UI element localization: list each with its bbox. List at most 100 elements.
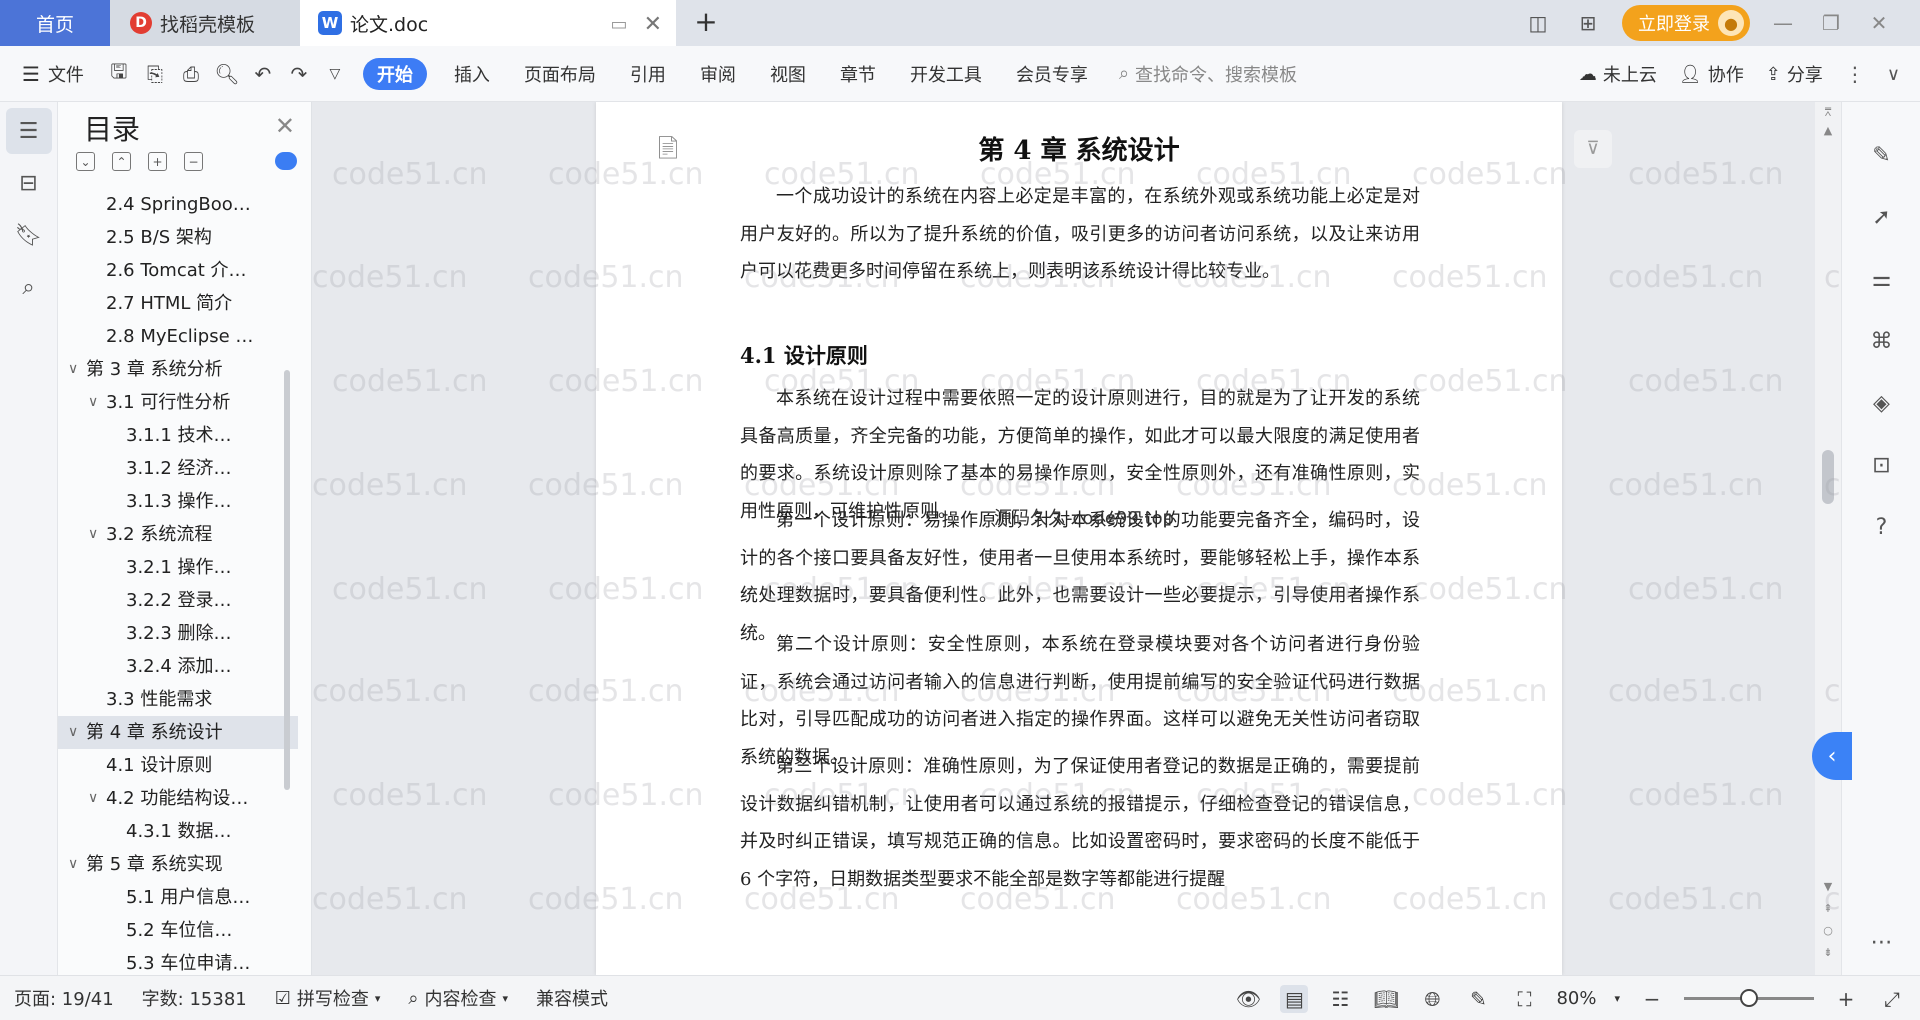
command-search[interactable]: ⌕ 查找命令、搜索模板 [1119, 61, 1297, 87]
chapter-nav-icon[interactable]: ⊟ [6, 160, 52, 206]
collapse-all-icon[interactable]: ⌃ [112, 152, 131, 171]
toc-item[interactable]: 3.2.4 添加… [58, 650, 298, 683]
scroll-down-icon[interactable]: ▼ [1815, 880, 1841, 893]
menu-member[interactable]: 会员专享 [999, 61, 1105, 87]
prev-page-icon[interactable]: ⇞ [1815, 902, 1841, 915]
page-collapse-icon[interactable]: ⊽ [1574, 130, 1612, 168]
print-preview-icon[interactable]: 🔍︎ [209, 56, 245, 92]
vertical-scrollbar[interactable]: ⩞ ▲ ▼ ⇞ ○ ⇟ [1815, 102, 1841, 975]
fit-page-icon[interactable]: ⛶ [1510, 985, 1538, 1013]
zoom-slider-knob[interactable] [1740, 989, 1758, 1007]
toc-item[interactable]: ∨ 3.1 可行性分析 [58, 386, 298, 419]
redo-icon[interactable]: ↷ [281, 56, 317, 92]
reading-mode-icon[interactable]: ⊡ [1842, 434, 1920, 496]
menu-chapter[interactable]: 章节 [823, 61, 893, 87]
menu-insert[interactable]: 插入 [437, 61, 507, 87]
export-icon[interactable]: ⎘ [137, 56, 173, 92]
toc-item[interactable]: 2.8 MyEclipse … [58, 320, 298, 353]
close-window-icon[interactable]: ✕ [1864, 11, 1894, 35]
toc-item[interactable]: 3.1.2 经济… [58, 452, 298, 485]
toc-item[interactable]: 2.4 SpringBoo… [58, 188, 298, 221]
toc-item[interactable]: 4.3.1 数据… [58, 815, 298, 848]
expand-panel-icon[interactable]: ‹ [1812, 732, 1852, 780]
ai-assistant-icon[interactable]: ⌘ [1842, 310, 1920, 372]
toc-item[interactable]: 2.6 Tomcat 介… [58, 254, 298, 287]
toc-item[interactable]: 3.1.1 技术… [58, 419, 298, 452]
next-page-icon[interactable]: ⇟ [1815, 946, 1841, 959]
chevron-down-icon[interactable]: ∨ [88, 518, 98, 551]
find-icon[interactable]: ⌕ [6, 264, 52, 310]
page-view-icon[interactable]: ▤ [1280, 984, 1309, 1013]
collaborate-button[interactable]: 👤︎ 协作 [1679, 61, 1744, 87]
toc-item[interactable]: 5.2 车位信… [58, 914, 298, 947]
bookmark-icon[interactable]: 🔖︎ [6, 212, 52, 258]
select-browse-icon[interactable]: ○ [1815, 924, 1841, 937]
fullscreen-icon[interactable]: ⤢ [1878, 985, 1906, 1013]
print-icon[interactable]: ⎙ [173, 56, 209, 92]
close-tab-icon[interactable]: ✕ [644, 12, 662, 37]
tab-home[interactable]: 首页 [0, 0, 110, 46]
scroll-top-icon[interactable]: ⩞ [1815, 106, 1841, 120]
remove-heading-icon[interactable]: − [184, 152, 203, 171]
toc-item[interactable]: 5.3 车位申请… [58, 947, 298, 975]
chevron-down-icon[interactable]: ∨ [68, 716, 78, 749]
apps-grid-icon[interactable]: ⊞ [1572, 7, 1604, 39]
zoom-in-icon[interactable]: + [1832, 985, 1860, 1013]
expand-all-icon[interactable]: ⌄ [76, 152, 95, 171]
toc-item[interactable]: 2.7 HTML 简介 [58, 287, 298, 320]
toc-panel-icon[interactable]: ☰ [5, 108, 52, 154]
layout-icon[interactable]: ◫ [1522, 7, 1554, 39]
menu-view[interactable]: 视图 [753, 61, 823, 87]
scroll-up-icon[interactable]: ▲ [1815, 124, 1841, 137]
close-icon[interactable]: ✕ [275, 112, 295, 140]
toc-item[interactable]: ∨ 第 5 章 系统实现 [58, 848, 298, 881]
menu-start[interactable]: 开始 [362, 57, 427, 90]
spell-check-button[interactable]: ☑ 拼写检查 ▾ [261, 985, 395, 1011]
toc-item[interactable]: ∨ 第 3 章 系统分析 [58, 353, 298, 386]
share-button[interactable]: ⇪ 分享 [1766, 61, 1823, 87]
word-count[interactable]: 字数: 15381 [128, 985, 261, 1011]
toc-item[interactable]: 3.2.1 操作… [58, 551, 298, 584]
toc-item[interactable]: ∨ 第 4 章 系统设计 [58, 716, 298, 749]
toc-item[interactable]: 3.3 性能需求 [58, 683, 298, 716]
login-button[interactable]: 立即登录 ● [1622, 5, 1750, 41]
menu-review[interactable]: 审阅 [683, 61, 753, 87]
zoom-out-icon[interactable]: − [1638, 985, 1666, 1013]
zoom-level[interactable]: 80% [1556, 988, 1596, 1009]
chevron-down-icon[interactable]: ∨ [88, 782, 98, 815]
adjust-sliders-icon[interactable]: ⚌ [1842, 248, 1920, 310]
restore-icon[interactable]: ❐ [1816, 11, 1846, 35]
content-check-button[interactable]: ⌕ 内容检查 ▾ [394, 985, 522, 1011]
menu-references[interactable]: 引用 [613, 61, 683, 87]
toc-item[interactable]: 5.1 用户信息… [58, 881, 298, 914]
web-view-icon[interactable]: 🌐︎ [1418, 985, 1446, 1013]
outline-view-icon[interactable]: ☷ [1326, 985, 1354, 1013]
eye-protect-icon[interactable]: 👁︎ [1234, 985, 1262, 1013]
pen-icon[interactable]: ✎ [1842, 124, 1920, 186]
toc-item[interactable]: ∨ 4.2 功能结构设… [58, 782, 298, 815]
chevron-down-icon[interactable]: ∨ [68, 848, 78, 881]
more-options-icon[interactable]: ⋮ [1845, 62, 1865, 86]
chevron-down-icon[interactable]: ∨ [68, 353, 78, 386]
scrollbar-thumb[interactable] [1822, 450, 1834, 504]
tab-document[interactable]: W 论文.doc ▭ ✕ [300, 0, 676, 46]
compass-icon[interactable]: ◈ [1842, 372, 1920, 434]
reading-view-icon[interactable]: 📖︎ [1372, 985, 1400, 1013]
customize-dropdown-icon[interactable]: ▽ [317, 56, 353, 92]
toc-item[interactable]: 2.5 B/S 架构 [58, 221, 298, 254]
menu-page-layout[interactable]: 页面布局 [507, 61, 613, 87]
write-mode-icon[interactable]: ✎ [1464, 985, 1492, 1013]
page-count[interactable]: 页面: 19/41 [0, 985, 128, 1011]
zoom-slider[interactable] [1684, 989, 1814, 1007]
file-menu[interactable]: ☰ 文件 [0, 61, 101, 87]
document-page[interactable]: 📄︎ 第 4 章 系统设计 一个成功设计的系统在内容上必定是丰富的，在系统外观或… [596, 102, 1562, 975]
menu-developer[interactable]: 开发工具 [893, 61, 999, 87]
tab-daoke-templates[interactable]: D 找稻壳模板 [110, 0, 300, 46]
collapse-ribbon-icon[interactable]: ∨ [1887, 64, 1900, 85]
cloud-status-button[interactable]: ☁ 未上云 [1579, 61, 1657, 87]
minimize-icon[interactable]: — [1768, 11, 1798, 35]
toc-scrollbar[interactable] [284, 370, 290, 790]
float-window-icon[interactable]: ▭ [611, 14, 628, 35]
help-icon[interactable]: ? [1842, 496, 1920, 558]
more-tools-icon[interactable]: ⋯ [1842, 930, 1920, 955]
